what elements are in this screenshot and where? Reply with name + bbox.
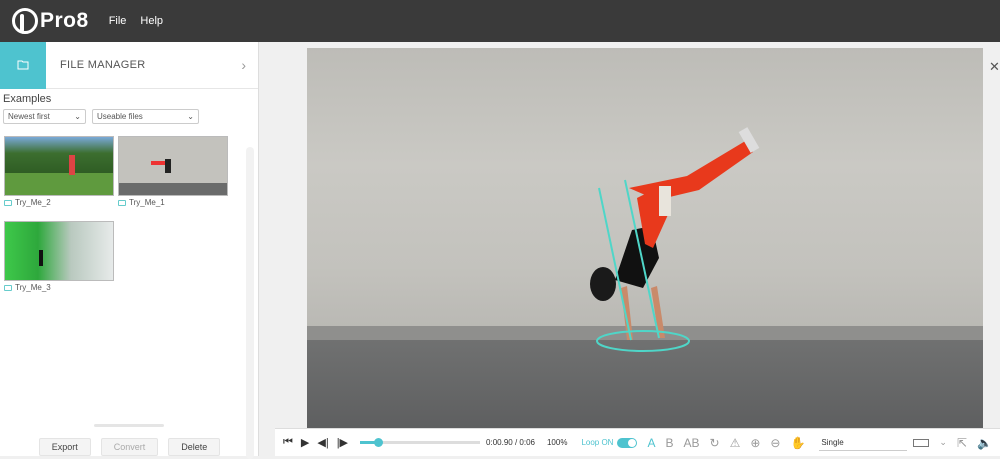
rectangle-tool-icon[interactable] <box>913 438 930 447</box>
top-bar: Pro8 File Help <box>0 0 1000 42</box>
text-tool-b[interactable]: B <box>665 436 673 450</box>
tracking-ellipse <box>596 330 690 352</box>
close-icon[interactable]: ✕ <box>989 59 1000 75</box>
file-manager-header[interactable]: FILE MANAGER › <box>0 41 258 89</box>
time-readout: 0:00.90 / 0:06 <box>486 438 535 447</box>
section-label: Examples <box>3 93 52 105</box>
mode-select-value: Single <box>821 437 844 447</box>
video-icon <box>4 199 12 206</box>
loop-label: Loop ON <box>581 438 614 447</box>
export-icon[interactable]: ⇱ <box>957 436 967 450</box>
folder-icon[interactable] <box>0 41 46 89</box>
filter-select[interactable]: Useable files ⌄ <box>92 109 199 124</box>
export-button[interactable]: Export <box>38 438 91 456</box>
menu-help[interactable]: Help <box>140 15 163 27</box>
thumbnail-image[interactable] <box>118 136 228 196</box>
delete-button[interactable]: Delete <box>168 438 221 456</box>
chevron-down-icon: ⌄ <box>74 112 81 121</box>
file-name: Try_Me_1 <box>129 198 165 207</box>
file-name: Try_Me_3 <box>15 283 51 292</box>
zoom-out-icon[interactable]: ⊖ <box>770 436 780 450</box>
text-tool-a[interactable]: A <box>647 436 655 450</box>
horizontal-scrollbar[interactable] <box>94 424 164 427</box>
sort-select-value: Newest first <box>8 112 50 121</box>
file-manager-title: FILE MANAGER <box>60 59 146 71</box>
figure-head <box>590 267 616 301</box>
step-forward-icon[interactable]: |▶ <box>337 436 348 449</box>
filters: Newest first ⌄ Useable files ⌄ <box>0 109 258 124</box>
chevron-down-icon: ⌄ <box>187 112 194 121</box>
video-icon <box>4 284 12 291</box>
filter-select-value: Useable files <box>97 112 143 121</box>
figure-shoe <box>659 186 671 216</box>
figure-leg-right <box>629 140 753 200</box>
convert-button[interactable]: Convert <box>100 438 159 456</box>
rotate-icon[interactable]: ↻ <box>710 436 720 450</box>
progress-bar[interactable] <box>360 438 481 447</box>
logo-mark <box>12 8 38 34</box>
hand-icon[interactable]: ✋ <box>790 436 805 450</box>
thumbnail-image[interactable] <box>4 136 114 196</box>
step-back-icon[interactable]: ◀| <box>317 436 328 449</box>
chevron-down-icon[interactable]: ⌄ <box>939 437 947 448</box>
play-icon[interactable]: ▶ <box>301 436 309 449</box>
zoom-level: 100% <box>546 438 568 447</box>
logo-text: Pro8 <box>40 9 89 32</box>
volume-icon[interactable]: 🔈 <box>977 436 992 450</box>
vertical-scrollbar[interactable] <box>246 147 254 459</box>
list-item[interactable]: Try_Me_1 <box>118 136 228 207</box>
playback-controls: ⏮ ▶ ◀| |▶ 0:00.90 / 0:06 100% Loop ON A … <box>275 428 1000 456</box>
list-item[interactable]: Try_Me_2 <box>4 136 114 207</box>
file-manager-panel: FILE MANAGER › Examples Newest first ⌄ U… <box>0 41 259 459</box>
video-frame <box>590 127 760 352</box>
mode-select[interactable]: Single <box>819 435 908 451</box>
skip-start-icon[interactable]: ⏮ <box>283 436 293 449</box>
warning-icon[interactable]: ⚠ <box>730 436 741 450</box>
thumbnail-image[interactable] <box>4 221 114 281</box>
sort-select[interactable]: Newest first ⌄ <box>3 109 86 124</box>
video-icon <box>118 199 126 206</box>
loop-toggle[interactable] <box>617 437 638 448</box>
menu-file[interactable]: File <box>109 15 127 27</box>
video-viewer[interactable] <box>307 48 983 428</box>
chevron-right-icon[interactable]: › <box>241 57 246 73</box>
app-logo: Pro8 <box>12 8 89 34</box>
zoom-in-icon[interactable]: ⊕ <box>750 436 760 450</box>
file-name: Try_Me_2 <box>15 198 51 207</box>
list-item[interactable]: Try_Me_3 <box>4 221 114 292</box>
text-tool-ab[interactable]: AB <box>684 436 700 450</box>
progress-knob[interactable] <box>374 438 384 447</box>
thumbnail-grid: Try_Me_2 Try_Me_1 Try_Me_3 <box>0 124 258 424</box>
file-actions: Export Convert Delete <box>0 438 259 456</box>
